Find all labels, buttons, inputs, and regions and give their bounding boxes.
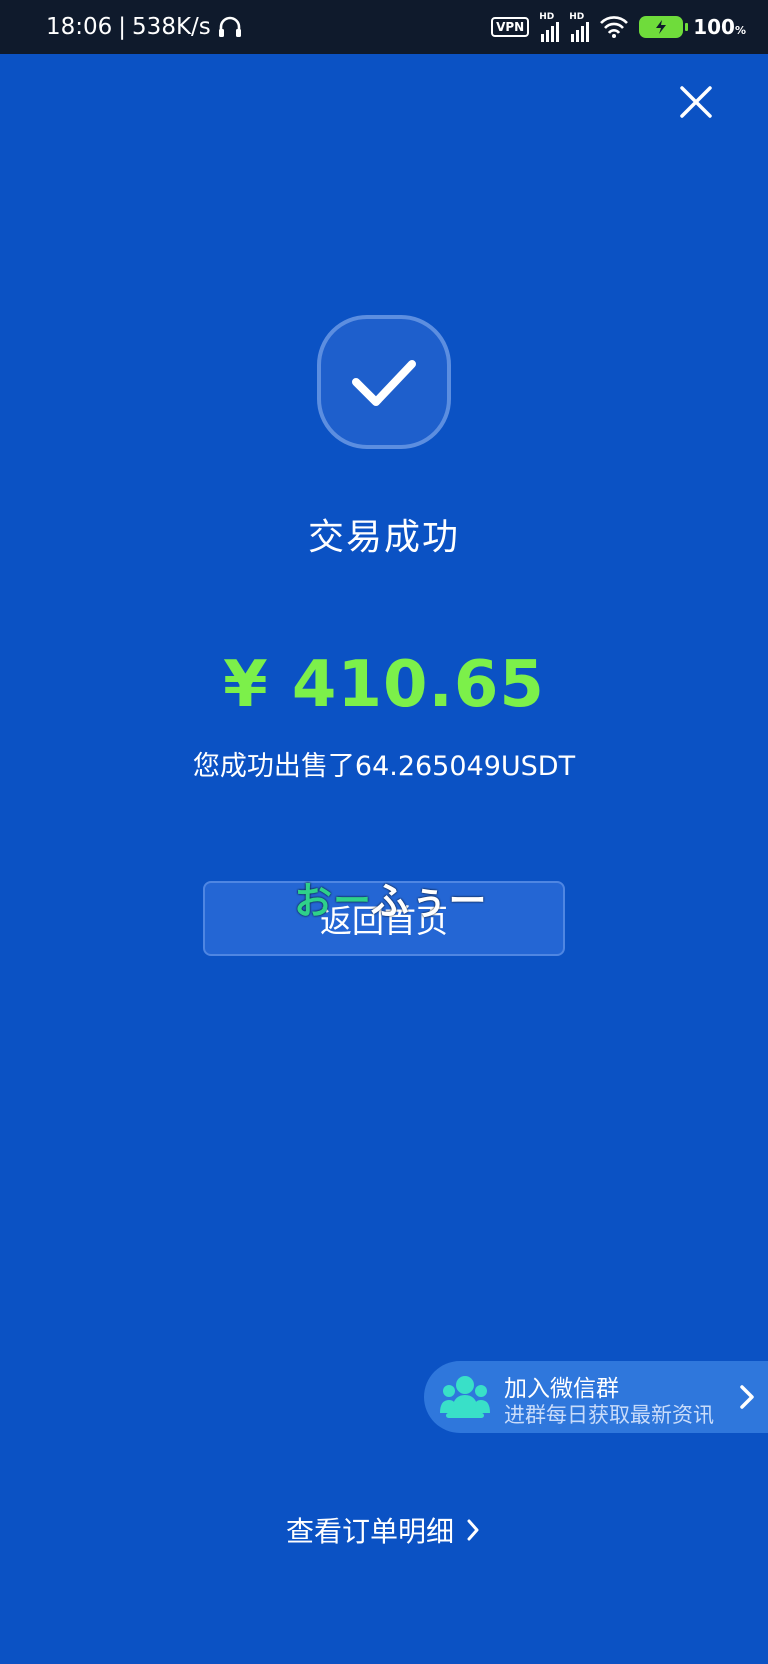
checkmark-icon [317,315,451,449]
caption-white-text: ふぅー [370,879,488,923]
chevron-right-icon [740,1385,754,1409]
wechat-group-banner[interactable]: 加入微信群 进群每日获取最新资讯 [424,1361,768,1433]
wifi-icon [600,16,629,38]
status-bar: 18:06 | 538K/s VPN HD HD 100% [0,0,768,54]
group-people-icon [440,1376,490,1418]
headphones-icon [218,16,241,37]
order-detail-label: 查看订单明细 [285,1515,454,1548]
battery-percent: 100% [693,15,746,39]
result-title: 交易成功 [307,517,460,558]
view-order-details-link[interactable]: 查看订单明细 [0,1510,768,1550]
status-right: VPN HD HD 100% [491,0,746,54]
status-left: 18:06 | 538K/s [46,0,243,54]
network-speed: 538K/s [132,14,211,40]
chevron-right-icon [467,1519,479,1541]
signal-icon: HD [539,12,560,42]
charging-bolt-icon [656,20,667,34]
overlay-caption: おーふぅー [294,870,488,925]
battery-icon [639,16,689,38]
signal-icon-2: HD [569,12,590,42]
hd-label-2: HD [569,12,585,22]
amount-value: ¥ 410.65 [223,648,545,722]
wechat-banner-subtitle: 进群每日获取最新资讯 [504,1403,714,1427]
status-separator: | [118,14,127,40]
close-icon[interactable] [670,76,722,128]
hd-label: HD [539,12,555,22]
caption-green-text: おー [294,879,371,923]
result-description: 您成功出售了64.265049USDT [192,751,576,782]
vpn-badge: VPN [491,17,530,37]
clock: 18:06 [46,14,113,40]
wechat-banner-title: 加入微信群 [504,1376,619,1402]
